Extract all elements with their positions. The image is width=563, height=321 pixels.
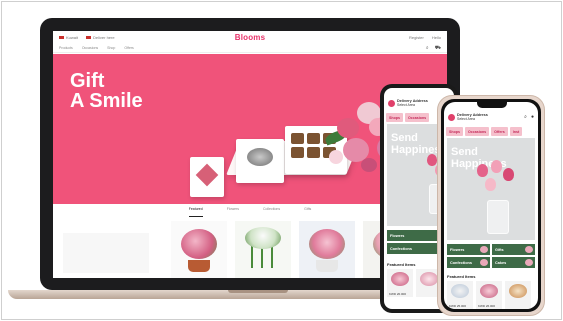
main-nav: Products Occasions Shop Offers ⌕ ⛟ xyxy=(53,44,447,53)
chip-offers[interactable]: Offers xyxy=(491,127,508,136)
featured-item[interactable]: KWD 26.000 xyxy=(476,281,502,309)
chip-shops[interactable]: Shops xyxy=(386,113,403,122)
product-card[interactable] xyxy=(235,221,291,278)
chip-more[interactable]: Inst xyxy=(509,127,523,136)
tab-gifts[interactable]: Gifts xyxy=(304,207,311,217)
chip-occasions[interactable]: Occasions xyxy=(404,113,430,122)
chip-occasions[interactable]: Occasions xyxy=(464,127,490,136)
laptop-hinge-notch xyxy=(228,290,288,293)
phone-right: Delivery Address Select Area ⌕ ● Shops Oc… xyxy=(437,95,545,316)
featured-item[interactable]: KWD 25.000 xyxy=(447,281,473,309)
category-chips: Shops Occasions Offers Inst xyxy=(444,127,538,136)
category-tiles: Flowers Gifts Confections Cakes xyxy=(447,244,535,268)
delivery-address-bar[interactable]: Delivery Address Select Area ⌕ ● xyxy=(444,110,538,124)
featured-items-title: Featured Items xyxy=(387,262,416,267)
featured-items-row: KWD 25.000 KWD 26.000 xyxy=(447,281,531,309)
hero-title: Gift A Smile xyxy=(70,70,143,112)
nav-item-products[interactable]: Products xyxy=(59,46,73,50)
gift-box-image xyxy=(190,157,224,197)
location-pin-icon xyxy=(448,113,455,121)
nav-item-occasions[interactable]: Occasions xyxy=(82,46,98,50)
candle-box-image xyxy=(236,139,284,183)
featured-item[interactable] xyxy=(505,281,531,309)
tile-flowers[interactable]: Flowers xyxy=(447,244,490,255)
nav-item-offers[interactable]: Offers xyxy=(124,46,133,50)
phone-notch xyxy=(477,102,507,108)
phone-right-screen: Delivery Address Select Area ⌕ ● Shops Oc… xyxy=(444,102,538,309)
site-logo[interactable]: Blooms xyxy=(53,33,447,42)
tile-gifts[interactable]: Gifts xyxy=(492,244,535,255)
search-icon[interactable]: ⌕ xyxy=(426,45,429,52)
featured-items-row: KWD 20.000 xyxy=(387,269,442,297)
tab-flowers[interactable]: Flowers xyxy=(227,207,239,217)
product-card[interactable] xyxy=(171,221,227,278)
product-card[interactable] xyxy=(299,221,355,278)
nav-item-shop[interactable]: Shop xyxy=(107,46,115,50)
featured-item[interactable]: KWD 20.000 xyxy=(387,269,413,297)
featured-items-title: Featured Items xyxy=(447,274,476,279)
tab-collections[interactable]: Collections xyxy=(263,207,280,217)
account-icon[interactable]: ● xyxy=(531,114,534,120)
search-icon[interactable]: ⌕ xyxy=(524,114,527,120)
happiness-banner[interactable]: SendHappiness xyxy=(447,138,535,240)
tab-featured[interactable]: Featured xyxy=(188,207,203,217)
chip-shops[interactable]: Shops xyxy=(446,127,463,136)
promo-card[interactable] xyxy=(63,233,149,273)
tile-confections[interactable]: Confections xyxy=(447,257,490,268)
location-pin-icon xyxy=(388,99,395,107)
cart-icon[interactable]: ⛟ xyxy=(435,45,441,52)
tile-cakes[interactable]: Cakes xyxy=(492,257,535,268)
